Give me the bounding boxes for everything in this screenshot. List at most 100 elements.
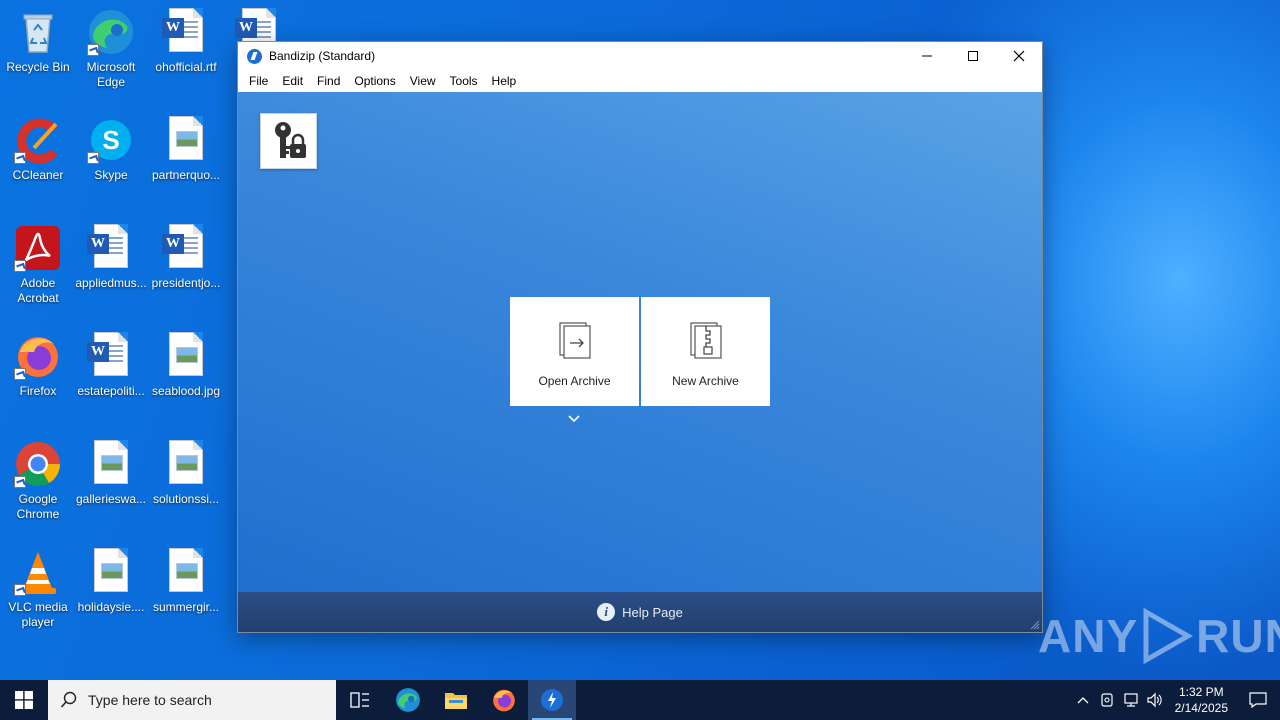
search-icon xyxy=(60,691,77,708)
volume-button[interactable] xyxy=(1143,680,1167,720)
desktop-icon-appliedmus[interactable]: W appliedmus... xyxy=(73,222,149,326)
open-archive-button[interactable]: Open Archive xyxy=(510,297,639,406)
menu-options[interactable]: Options xyxy=(347,70,402,92)
window-title: Bandizip (Standard) xyxy=(269,49,376,63)
new-archive-label: New Archive xyxy=(672,374,739,388)
maximize-icon xyxy=(968,51,978,61)
desktop-icon-partnerquo[interactable]: partnerquo... xyxy=(148,114,224,218)
taskbar-bandizip[interactable] xyxy=(528,680,576,720)
maximize-button[interactable] xyxy=(950,42,996,70)
desktop-icon-seablood[interactable]: seablood.jpg xyxy=(148,330,224,434)
close-icon xyxy=(1013,50,1025,62)
main-panel: Open Archive New Archive xyxy=(238,92,1042,592)
notification-icon xyxy=(1249,692,1267,708)
start-button[interactable] xyxy=(0,680,48,720)
taskbar-search-box[interactable]: Type here to search xyxy=(48,680,336,720)
shortcut-arrow-icon xyxy=(14,476,26,488)
volume-icon xyxy=(1147,692,1162,708)
key-lock-icon xyxy=(274,122,306,158)
desktop-icon-label: Firefox xyxy=(19,384,57,398)
firefox-icon xyxy=(493,689,515,712)
desktop-icon-label: gallerieswa... xyxy=(75,492,147,506)
network-icon xyxy=(1124,693,1138,707)
bandizip-icon xyxy=(541,689,563,711)
windows-logo-icon xyxy=(15,691,33,709)
desktop-icon-google-chrome[interactable]: Google Chrome xyxy=(0,438,76,542)
minimize-button[interactable] xyxy=(904,42,950,70)
close-button[interactable] xyxy=(996,42,1042,70)
show-hidden-icons-button[interactable] xyxy=(1071,680,1095,720)
open-archive-dropdown[interactable] xyxy=(568,410,580,428)
desktop-icon-estatepoliti[interactable]: W estatepoliti... xyxy=(73,330,149,434)
desktop-icon-label: presidentjo... xyxy=(151,276,221,290)
desktop-icon-gallerieswa[interactable]: gallerieswa... xyxy=(73,438,149,542)
taskbar-edge[interactable] xyxy=(384,680,432,720)
desktop-icon-vlc[interactable]: VLC media player xyxy=(0,546,76,650)
desktop-icon-firefox[interactable]: Firefox xyxy=(0,330,76,434)
word-document-icon: W xyxy=(162,8,210,56)
menu-help[interactable]: Help xyxy=(485,70,524,92)
open-archive-label: Open Archive xyxy=(538,374,611,388)
image-file-icon xyxy=(162,332,210,380)
help-page-link[interactable]: i Help Page xyxy=(238,592,1042,632)
play-logo-icon xyxy=(1143,608,1194,664)
menu-edit[interactable]: Edit xyxy=(275,70,310,92)
taskbar: Type here to search 1:32 PM 2/14/2025 xyxy=(0,680,1280,720)
desktop-icon-label: Microsoft Edge xyxy=(86,60,136,89)
shortcut-arrow-icon xyxy=(14,368,26,380)
menu-view[interactable]: View xyxy=(403,70,443,92)
password-manager-button[interactable] xyxy=(260,113,317,169)
task-view-button[interactable] xyxy=(336,680,384,720)
image-file-icon xyxy=(162,116,210,164)
image-file-icon xyxy=(162,548,210,596)
word-document-icon: W xyxy=(87,224,135,272)
acrobat-icon xyxy=(14,224,62,272)
ccleaner-icon xyxy=(14,116,62,164)
shortcut-arrow-icon xyxy=(87,152,99,164)
new-archive-button[interactable]: New Archive xyxy=(641,297,770,406)
desktop-icon-microsoft-edge[interactable]: Microsoft Edge xyxy=(73,6,149,110)
menu-file[interactable]: File xyxy=(242,70,275,92)
edge-icon xyxy=(87,8,135,56)
desktop-icon-label: CCleaner xyxy=(12,168,64,182)
watermark-text-right: RUN xyxy=(1196,610,1280,662)
bandizip-app-icon xyxy=(247,48,262,64)
recycle-bin-icon xyxy=(14,8,62,56)
desktop-icon-summergir[interactable]: summergir... xyxy=(148,546,224,650)
desktop-icon-ohofficial[interactable]: W ohofficial.rtf xyxy=(148,6,224,110)
taskbar-file-explorer[interactable] xyxy=(432,680,480,720)
notification-center-button[interactable] xyxy=(1236,680,1280,720)
desktop-icon-solutionssi[interactable]: solutionssi... xyxy=(148,438,224,542)
desktop-icon-label: estatepoliti... xyxy=(77,384,145,398)
menu-bar: File Edit Find Options View Tools Help xyxy=(238,70,1042,92)
desktop-icon-holidaysie[interactable]: holidaysie.... xyxy=(73,546,149,650)
desktop-icon-label: appliedmus... xyxy=(75,276,147,290)
minimize-icon xyxy=(922,55,932,57)
firefox-icon xyxy=(14,332,62,380)
desktop-icon-label: partnerquo... xyxy=(151,168,221,182)
desktop-icon-skype[interactable]: S Skype xyxy=(73,114,149,218)
task-view-icon xyxy=(350,692,369,708)
network-button[interactable] xyxy=(1119,680,1143,720)
menu-find[interactable]: Find xyxy=(310,70,347,92)
title-bar[interactable]: Bandizip (Standard) xyxy=(238,42,1042,70)
desktop-icon-ccleaner[interactable]: CCleaner xyxy=(0,114,76,218)
tray-device-button[interactable] xyxy=(1095,680,1119,720)
desktop-icon-recycle-bin[interactable]: Recycle Bin xyxy=(0,6,76,110)
image-file-icon xyxy=(162,440,210,488)
shortcut-arrow-icon xyxy=(87,44,99,56)
clock[interactable]: 1:32 PM 2/14/2025 xyxy=(1167,684,1236,716)
help-page-label: Help Page xyxy=(622,604,683,620)
desktop-icon-label: Google Chrome xyxy=(16,492,60,521)
desktop-icon-label: seablood.jpg xyxy=(151,384,221,398)
menu-tools[interactable]: Tools xyxy=(443,70,485,92)
taskbar-firefox[interactable] xyxy=(480,680,528,720)
chevron-up-icon xyxy=(1077,697,1089,704)
word-document-icon: W xyxy=(87,332,135,380)
shortcut-arrow-icon xyxy=(14,260,26,272)
shortcut-arrow-icon xyxy=(14,152,26,164)
desktop-icon-presidentjo[interactable]: W presidentjo... xyxy=(148,222,224,326)
desktop-icon-adobe-acrobat[interactable]: Adobe Acrobat xyxy=(0,222,76,326)
desktop-icon-label: summergir... xyxy=(152,600,219,614)
info-icon: i xyxy=(597,603,616,621)
